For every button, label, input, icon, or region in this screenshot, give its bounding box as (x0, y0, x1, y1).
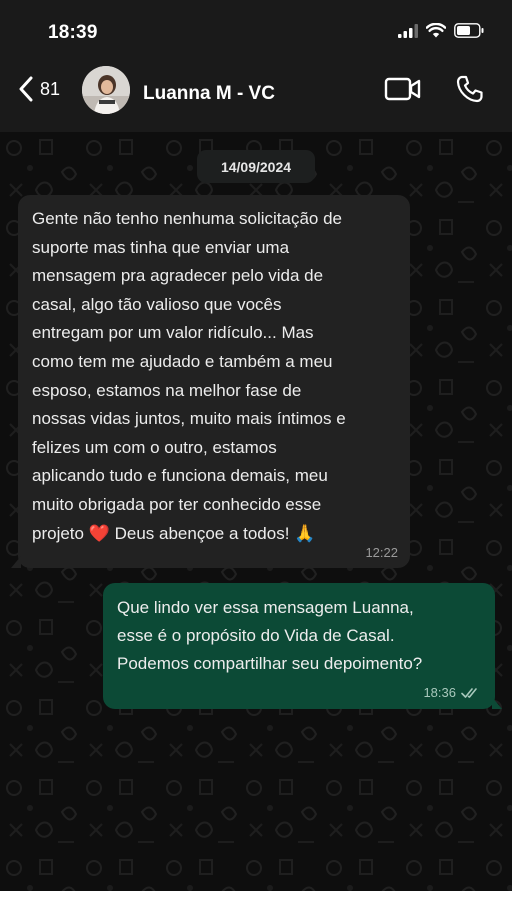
outgoing-message[interactable]: Que lindo ver essa mensagem Luanna, esse… (103, 583, 502, 709)
chat-header: 81 Luanna M - VC (0, 62, 512, 132)
message-text: Gente não tenho nenhuma solicitação de s… (32, 209, 346, 543)
message-time: 12:22 (365, 545, 398, 560)
double-check-icon (461, 687, 477, 698)
signal-icon (398, 23, 418, 38)
bubble-tail (11, 556, 21, 568)
message-meta: 18:36 (423, 685, 481, 700)
chat-area[interactable]: 14/09/2024 Gente não tenho nenhuma solic… (0, 132, 512, 891)
status-icons (398, 23, 484, 38)
status-time: 18:39 (48, 22, 98, 43)
battery-icon (454, 23, 484, 38)
chevron-left-icon (19, 76, 33, 102)
message-time: 18:36 (423, 685, 456, 700)
status-bar: 18:39 (0, 0, 512, 62)
unread-count: 81 (40, 78, 61, 99)
bottom-edge (0, 891, 512, 909)
phone-call-icon[interactable] (455, 74, 485, 104)
avatar[interactable] (82, 66, 130, 114)
date-separator: 14/09/2024 (197, 150, 315, 183)
incoming-message[interactable]: Gente não tenho nenhuma solicitação de s… (11, 195, 410, 568)
wifi-icon (426, 23, 446, 38)
message-text: Que lindo ver essa mensagem Luanna, esse… (117, 598, 423, 673)
phone-screen: 18:39 81 Luanna M - VC 14/09/2024 Gente … (0, 0, 512, 909)
contact-name[interactable]: Luanna M - VC (143, 83, 275, 105)
back-button[interactable]: 81 (18, 76, 60, 102)
avatar-photo (82, 66, 130, 114)
video-call-icon[interactable] (384, 76, 422, 102)
bubble-tail (492, 697, 502, 709)
